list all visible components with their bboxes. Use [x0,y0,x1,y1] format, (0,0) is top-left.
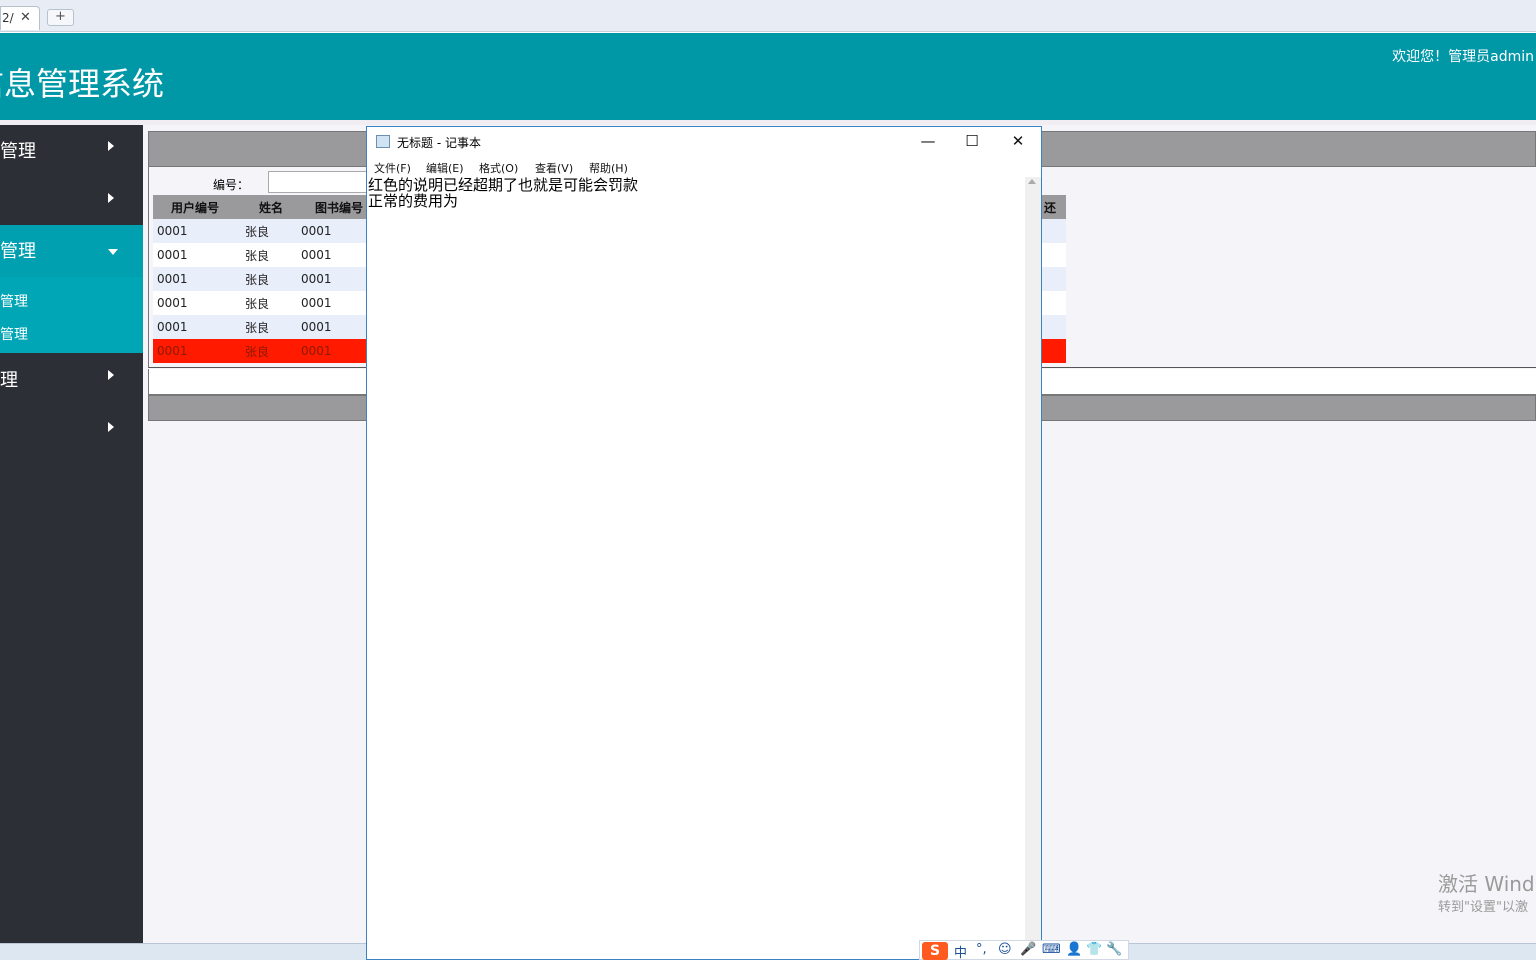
keyboard-icon[interactable]: ⌨ [1042,942,1061,957]
caret-right-icon [108,193,114,203]
submenu-item-1[interactable]: 管理 [0,291,28,311]
punctuation-icon[interactable]: °, [976,942,987,957]
search-input[interactable] [268,171,378,193]
new-tab-button[interactable]: + [47,9,74,26]
ime-toolbar: S 中 °, ☺ 🎤 ⌨ 👤 👕 🔧 [919,940,1129,960]
notepad-titlebar[interactable]: 无标题 - 记事本 — ☐ ✕ [367,127,1041,157]
activation-watermark-title: 激活 Wind [1438,872,1535,896]
vertical-scrollbar[interactable] [1025,177,1041,959]
sidebar-item-3-active[interactable]: 管理 [0,225,143,277]
caret-right-icon [108,141,114,151]
wrench-icon[interactable]: 🔧 [1106,942,1122,957]
sidebar: 管理 管理 管理 管理 理 [0,125,143,943]
menu-format[interactable]: 格式(O) [479,160,518,176]
scroll-up-icon[interactable] [1028,179,1036,184]
cell-book-id: 0001 [297,267,367,291]
cell-book-id: 0001 [297,315,367,339]
cell-name: 张良 [241,267,297,291]
sogou-logo-icon[interactable]: S [922,942,948,960]
cell-book-id: 0001 [297,339,367,363]
col-header-name: 姓名 [241,195,297,219]
cell-name: 张良 [241,339,297,363]
caret-right-icon [108,370,114,380]
microphone-icon[interactable]: 🎤 [1020,942,1036,957]
cell-user-id: 0001 [153,291,241,315]
close-button[interactable]: ✕ [995,127,1041,157]
welcome-text: 欢迎您！管理员admin [1392,49,1534,65]
search-label: 编号： [213,178,250,192]
submenu-item-2[interactable]: 管理 [0,324,28,344]
sidebar-item-label: 理 [0,370,18,391]
cell-name: 张良 [241,219,297,243]
menu-view[interactable]: 查看(V) [535,160,573,176]
cell-user-id: 0001 [153,339,241,363]
close-icon[interactable]: ✕ [20,10,31,25]
sidebar-item-label: 管理 [0,141,36,162]
caret-right-icon [108,422,114,432]
sidebar-item-4[interactable]: 理 [0,354,143,406]
notepad-title: 无标题 - 记事本 [397,136,481,150]
menu-help[interactable]: 帮助(H) [589,160,628,176]
cell-name: 张良 [241,315,297,339]
activation-watermark-hint: 转到"设置"以激 [1438,900,1528,915]
browser-tab[interactable]: 2/ ✕ [0,6,40,30]
notepad-menubar: 文件(F) 编辑(E) 格式(O) 查看(V) 帮助(H) [367,157,1041,176]
page-title: 信息管理系统 [0,65,165,103]
notepad-window: 无标题 - 记事本 — ☐ ✕ 文件(F) 编辑(E) 格式(O) 查看(V) … [366,126,1042,960]
browser-tab-strip: 2/ ✕ + [0,0,1536,32]
cell-book-id: 0001 [297,291,367,315]
cell-user-id: 0001 [153,267,241,291]
menu-file[interactable]: 文件(F) [374,160,411,176]
sidebar-item-5[interactable] [0,406,143,458]
cell-name: 张良 [241,291,297,315]
ime-mode-toggle[interactable]: 中 [954,942,967,960]
sidebar-item-2[interactable] [0,177,143,229]
user-icon[interactable]: 👤 [1066,942,1082,957]
cell-name: 张良 [241,243,297,267]
cell-user-id: 0001 [153,315,241,339]
tab-label: 2/ [2,11,14,25]
cell-user-id: 0001 [153,243,241,267]
app-header: 信息管理系统 欢迎您！管理员admin [0,33,1536,120]
emoji-icon[interactable]: ☺ [998,942,1012,957]
sidebar-submenu: 管理 管理 [0,277,143,353]
maximize-button[interactable]: ☐ [949,127,995,157]
col-header-user-id: 用户编号 [153,195,241,219]
notepad-icon [376,135,390,148]
cell-user-id: 0001 [153,219,241,243]
sidebar-item-1[interactable]: 管理 [0,125,143,177]
col-header-book-id: 图书编号 [297,195,367,219]
minimize-button[interactable]: — [905,127,951,157]
caret-down-icon [108,249,118,255]
cell-book-id: 0001 [297,219,367,243]
notepad-text-area[interactable]: 红色的说明已经超期了也就是可能会罚款 正常的费用为 [367,177,1025,959]
sidebar-item-label: 管理 [0,241,36,262]
cell-book-id: 0001 [297,243,367,267]
menu-edit[interactable]: 编辑(E) [426,160,464,176]
skin-icon[interactable]: 👕 [1086,942,1102,957]
